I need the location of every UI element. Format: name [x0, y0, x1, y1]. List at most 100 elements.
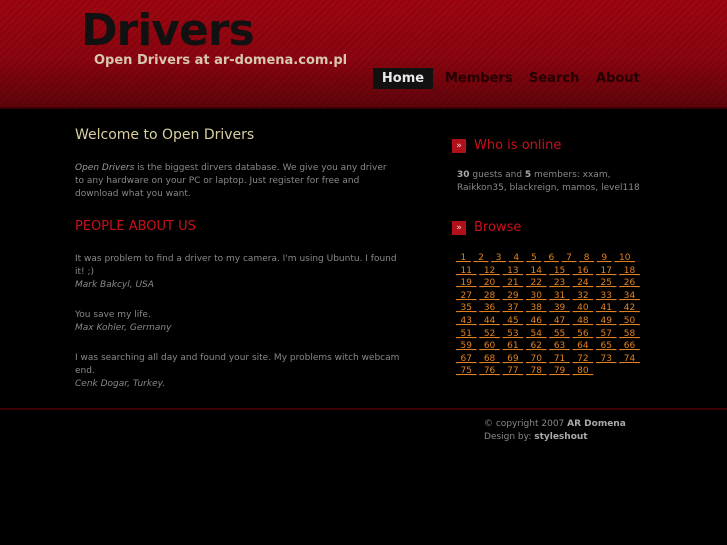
browse-link[interactable]: _29_	[503, 291, 523, 301]
copyright-prefix: © copyright 2007	[484, 419, 568, 429]
browse-link[interactable]: _65_	[596, 341, 616, 351]
browse-link[interactable]: _63_	[549, 341, 569, 351]
browse-link[interactable]: _17_	[596, 266, 616, 276]
browse-link[interactable]: _34_	[619, 291, 639, 301]
browse-link[interactable]: _37_	[503, 303, 523, 313]
browse-link[interactable]: _12_	[479, 266, 499, 276]
browse-link[interactable]: _52_	[479, 329, 499, 339]
browse-link[interactable]: _26_	[619, 278, 639, 288]
browse-link[interactable]: _20_	[479, 278, 499, 288]
browse-link[interactable]: _10_	[614, 253, 634, 263]
browse-link[interactable]: _5_	[526, 253, 541, 263]
browse-link[interactable]: _8_	[579, 253, 594, 263]
menu-item-about[interactable]: About	[596, 68, 640, 89]
menu-item-search[interactable]: Search	[529, 68, 579, 89]
browse-link[interactable]: _75_	[456, 366, 476, 376]
design-prefix: Design by:	[484, 432, 535, 442]
browse-link[interactable]: _11_	[456, 266, 476, 276]
browse-link[interactable]: _15_	[549, 266, 569, 276]
browse-link[interactable]: _43_	[456, 316, 476, 326]
browse-label: Browse	[474, 220, 522, 235]
browse-link[interactable]: _6_	[544, 253, 559, 263]
browse-link[interactable]: _1_	[456, 253, 471, 263]
browse-link[interactable]: _60_	[479, 341, 499, 351]
browse-link[interactable]: _22_	[526, 278, 546, 288]
browse-link[interactable]: _71_	[549, 354, 569, 364]
browse-link[interactable]: _7_	[562, 253, 577, 263]
browse-link[interactable]: _72_	[573, 354, 593, 364]
browse-link[interactable]: _80_	[573, 366, 593, 376]
browse-link[interactable]: _61_	[503, 341, 523, 351]
browse-link[interactable]: _53_	[503, 329, 523, 339]
browse-link[interactable]: _40_	[573, 303, 593, 313]
browse-link[interactable]: _58_	[619, 329, 639, 339]
browse-link[interactable]: _36_	[479, 303, 499, 313]
intro-paragraph: Open Drivers is the biggest dirvers data…	[75, 162, 395, 201]
menu-item-members[interactable]: Members	[445, 68, 513, 89]
browse-link[interactable]: _68_	[479, 354, 499, 364]
browse-link[interactable]: _18_	[619, 266, 639, 276]
browse-link[interactable]: _49_	[596, 316, 616, 326]
welcome-title: Welcome to Open Drivers	[75, 127, 255, 143]
browse-link[interactable]: _55_	[549, 329, 569, 339]
browse-link[interactable]: _27_	[456, 291, 476, 301]
online-users: 30 guests and 5 members: xxam, Raikkon35…	[457, 169, 652, 195]
browse-link[interactable]: _70_	[526, 354, 546, 364]
browse-title: » Browse	[452, 220, 521, 236]
browse-link[interactable]: _62_	[526, 341, 546, 351]
browse-link[interactable]: _21_	[503, 278, 523, 288]
browse-link[interactable]: _50_	[619, 316, 639, 326]
browse-link[interactable]: _9_	[597, 253, 612, 263]
browse-link[interactable]: _24_	[573, 278, 593, 288]
design-owner[interactable]: styleshout	[534, 432, 587, 442]
site-slogan: Open Drivers at ar-domena.com.pl	[94, 53, 348, 68]
browse-link[interactable]: _78_	[526, 366, 546, 376]
browse-link[interactable]: _2_	[474, 253, 489, 263]
browse-link[interactable]: _25_	[596, 278, 616, 288]
menu-item-home[interactable]: Home	[373, 68, 433, 89]
browse-link[interactable]: _28_	[479, 291, 499, 301]
browse-link[interactable]: _57_	[596, 329, 616, 339]
browse-link[interactable]: _16_	[573, 266, 593, 276]
browse-link[interactable]: _4_	[509, 253, 524, 263]
browse-link[interactable]: _74_	[619, 354, 639, 364]
guests-label: guests and	[469, 170, 525, 180]
browse-link[interactable]: _31_	[549, 291, 569, 301]
browse-link[interactable]: _19_	[456, 278, 476, 288]
browse-link[interactable]: _54_	[526, 329, 546, 339]
who-is-online-title: » Who is online	[452, 138, 561, 154]
browse-link[interactable]: _44_	[479, 316, 499, 326]
browse-link[interactable]: _69_	[503, 354, 523, 364]
browse-link[interactable]: _51_	[456, 329, 476, 339]
browse-link[interactable]: _59_	[456, 341, 476, 351]
browse-link[interactable]: _30_	[526, 291, 546, 301]
browse-link[interactable]: _77_	[503, 366, 523, 376]
browse-link[interactable]: _48_	[573, 316, 593, 326]
browse-link[interactable]: _32_	[573, 291, 593, 301]
browse-link[interactable]: _46_	[526, 316, 546, 326]
browse-link[interactable]: _47_	[549, 316, 569, 326]
browse-link[interactable]: _38_	[526, 303, 546, 313]
browse-link[interactable]: _23_	[549, 278, 569, 288]
browse-link[interactable]: _39_	[549, 303, 569, 313]
site-logo[interactable]: Drivers	[81, 4, 255, 58]
browse-link[interactable]: _73_	[596, 354, 616, 364]
browse-link[interactable]: _42_	[619, 303, 639, 313]
browse-link[interactable]: _79_	[549, 366, 569, 376]
browse-link[interactable]: _35_	[456, 303, 476, 313]
testimonial-author: Cenk Dogar, Turkey.	[75, 379, 166, 389]
browse-link[interactable]: _3_	[491, 253, 506, 263]
browse-link[interactable]: _66_	[619, 341, 639, 351]
footer: © copyright 2007 AR Domena Design by: st…	[484, 418, 626, 444]
browse-link[interactable]: _45_	[503, 316, 523, 326]
browse-link[interactable]: _67_	[456, 354, 476, 364]
browse-link[interactable]: _76_	[479, 366, 499, 376]
browse-link[interactable]: _14_	[526, 266, 546, 276]
browse-link[interactable]: _13_	[503, 266, 523, 276]
browse-link[interactable]: _41_	[596, 303, 616, 313]
browse-link[interactable]: _64_	[573, 341, 593, 351]
browse-link[interactable]: _33_	[596, 291, 616, 301]
copyright-owner[interactable]: AR Domena	[567, 419, 626, 429]
browse-link[interactable]: _56_	[573, 329, 593, 339]
people-about-us-title: PEOPLE ABOUT US	[75, 219, 196, 234]
